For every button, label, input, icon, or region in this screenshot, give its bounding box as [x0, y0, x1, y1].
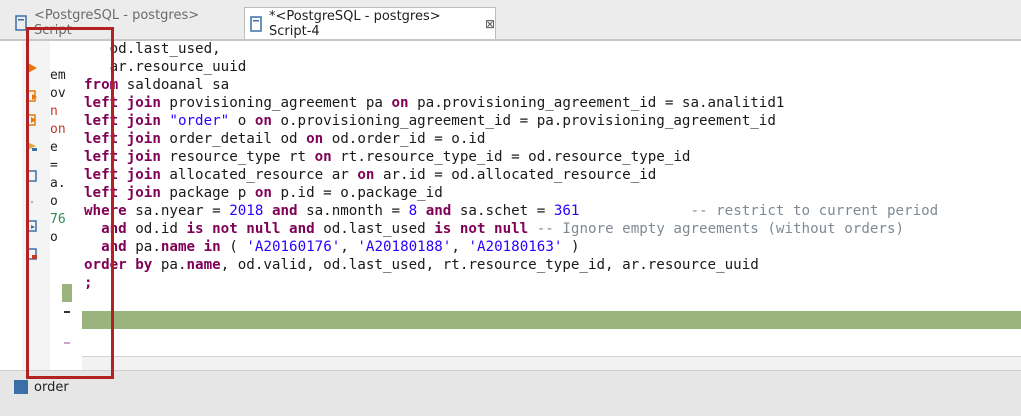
results-panel — [0, 370, 1021, 416]
close-icon[interactable]: ⊠ — [485, 17, 495, 31]
code-token: and — [289, 221, 315, 237]
code-token: in — [203, 239, 221, 255]
code-token: , — [451, 239, 469, 255]
results-tab-order[interactable]: order — [14, 377, 69, 397]
sql-code[interactable]: od.last_used, ar.resource_uuid from saldo… — [84, 40, 938, 292]
code-line[interactable]: left join order_detail od on od.order_id… — [84, 130, 938, 148]
code-token: ( — [220, 239, 247, 255]
code-token: and — [425, 203, 452, 219]
code-token: 'A20180163' — [468, 239, 563, 255]
code-token: sa.schet = — [451, 203, 554, 219]
code-token: on — [306, 131, 324, 147]
code-token: 361 — [553, 203, 580, 219]
code-token: 2018 — [229, 203, 264, 219]
code-token: "order" — [169, 113, 230, 129]
code-token: name — [160, 239, 196, 255]
code-line[interactable]: and od.id is not null and od.last_used i… — [84, 220, 938, 238]
tab-script-4[interactable]: *<PostgreSQL - postgres> Script-4 ⊠ — [244, 7, 496, 40]
code-token: pa. — [152, 257, 187, 273]
code-token: , — [340, 239, 358, 255]
code-token: on — [254, 185, 272, 201]
code-token: allocated_resource ar — [160, 167, 358, 183]
code-token: ar.id = od.allocated_resource_id — [374, 167, 657, 183]
code-line[interactable]: where sa.nyear = 2018 and sa.nmonth = 8 … — [84, 202, 938, 220]
annotation-highlight-box — [26, 27, 114, 379]
code-token: pa.provisioning_agreement_id = sa.analit… — [408, 95, 785, 111]
code-token: on — [254, 113, 272, 129]
sql-script-icon — [249, 16, 263, 32]
code-token: 'A20160176' — [246, 239, 341, 255]
code-line[interactable]: left join allocated_resource ar on ar.id… — [84, 166, 938, 184]
code-line[interactable]: left join resource_type rt on rt.resourc… — [84, 148, 938, 166]
results-tab-label: order — [34, 379, 69, 395]
code-token: sa.nyear = — [126, 203, 230, 219]
code-line[interactable]: from saldoanal sa — [84, 76, 938, 94]
code-token: resource_type rt — [160, 149, 315, 165]
code-token: od.id — [126, 221, 187, 237]
code-line[interactable]: ; — [84, 274, 938, 292]
code-token: order_detail od — [160, 131, 307, 147]
code-token: on — [314, 149, 332, 165]
code-token: od.last_used — [314, 221, 435, 237]
code-token: -- restrict to current period — [690, 203, 939, 219]
code-token: , od.valid, od.last_used, rt.resource_ty… — [220, 257, 759, 273]
code-line[interactable]: ar.resource_uuid — [84, 58, 938, 76]
code-line[interactable]: and pa.name in ( 'A20160176', 'A20180188… — [84, 238, 938, 256]
code-token: o.provisioning_agreement_id = pa.provisi… — [271, 113, 776, 129]
code-token: on — [391, 95, 409, 111]
code-token: sa.nmonth = — [297, 203, 409, 219]
code-token: od.order_id = o.id — [323, 131, 486, 147]
code-line[interactable]: left join package p on p.id = o.package_… — [84, 184, 938, 202]
horizontal-scrollbar[interactable] — [82, 356, 1021, 371]
code-token: 'A20180188' — [357, 239, 452, 255]
code-token: and — [271, 203, 298, 219]
code-line[interactable]: left join "order" o on o.provisioning_ag… — [84, 112, 938, 130]
code-token: saldoanal sa — [118, 77, 230, 93]
code-token: ) — [562, 239, 580, 255]
code-token: 8 — [408, 203, 418, 219]
code-token: rt.resource_type_id = od.resource_type_i… — [331, 149, 691, 165]
code-token: on — [357, 167, 375, 183]
code-token: o — [229, 113, 255, 129]
code-line[interactable]: left join provisioning_agreement pa on p… — [84, 94, 938, 112]
code-token: provisioning_agreement pa — [160, 95, 392, 111]
code-token: package p — [160, 185, 255, 201]
code-token: is not null — [186, 221, 281, 237]
code-token: p.id = o.package_id — [271, 185, 443, 201]
code-token: pa. — [126, 239, 161, 255]
code-token: name — [186, 257, 221, 273]
code-line[interactable]: od.last_used, — [84, 40, 938, 58]
code-line[interactable]: order by pa.name, od.valid, od.last_used… — [84, 256, 938, 274]
code-token: -- Ignore empty agreements (without orde… — [536, 221, 905, 237]
tab-label: *<PostgreSQL - postgres> Script-4 — [269, 9, 441, 39]
current-line-highlight — [82, 311, 1021, 329]
table-icon — [14, 380, 28, 394]
code-token: is not null — [434, 221, 529, 237]
